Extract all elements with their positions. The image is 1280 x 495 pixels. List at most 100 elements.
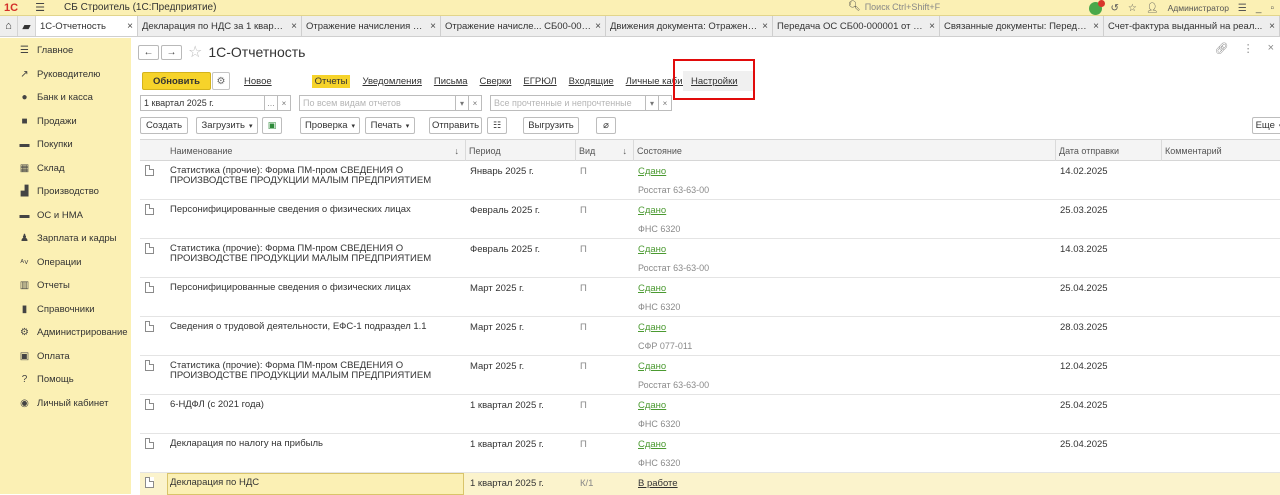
period-field[interactable]: 1 квартал 2025 г. — [140, 95, 265, 111]
sidebar-item-purchases[interactable]: ▬ Покупки — [0, 133, 131, 157]
col-period[interactable]: Период — [465, 140, 575, 161]
global-search[interactable]: 🔍︎ Поиск Ctrl+Shift+F — [848, 1, 940, 12]
sidebar-item-admin[interactable]: ⚙ Администрирование — [0, 321, 131, 345]
period-select-button[interactable]: … — [265, 95, 278, 111]
favorites-icon[interactable]: ☆ — [1128, 3, 1137, 14]
check-button[interactable]: Проверка ▾ — [300, 117, 360, 134]
close-icon[interactable]: × — [1093, 21, 1099, 32]
sidebar-item-account[interactable]: ◉ Личный кабинет — [0, 392, 131, 416]
create-button[interactable]: Создать — [140, 117, 188, 134]
sidebar-item-main[interactable]: ☰ Главное — [0, 39, 131, 63]
history-icon[interactable]: ↺ — [1111, 3, 1119, 14]
refresh-button[interactable]: Обновить — [142, 72, 211, 90]
close-icon[interactable]: × — [595, 21, 601, 32]
tab-vat-accrual[interactable]: Отражение начисления НДС × — [302, 16, 441, 36]
tab-vat-declaration[interactable]: Декларация по НДС за 1 квартал 2025...× — [138, 16, 302, 36]
upload-button[interactable]: Выгрузить — [523, 117, 579, 134]
state-link[interactable]: Сдано — [638, 361, 666, 372]
state-link[interactable]: Сдано — [638, 205, 666, 216]
nav-letters[interactable]: Письма — [434, 76, 468, 87]
sidebar-item-help[interactable]: ? Помощь — [0, 368, 131, 392]
main-menu-icon[interactable]: ☰ — [32, 1, 48, 14]
close-icon[interactable]: × — [127, 21, 133, 32]
link-icon[interactable]: 🔗︎ — [1215, 42, 1229, 55]
notifications-icon[interactable] — [1088, 0, 1105, 15]
more-vertical-icon[interactable]: ⋮ — [1243, 42, 1254, 55]
state-link[interactable]: Сдано — [638, 244, 666, 255]
user-name[interactable]: Администратор — [1168, 3, 1229, 13]
table-row[interactable]: 6-НДФЛ (с 2021 года) 1 квартал 2025 г. П… — [140, 395, 1280, 434]
home-icon[interactable]: ⌂ — [0, 16, 18, 36]
exchange-settings-button[interactable]: ⚙ — [211, 72, 230, 90]
sidebar-item-production[interactable]: ▟ Производство — [0, 180, 131, 204]
state-link[interactable]: Сдано — [638, 322, 666, 333]
read-status-field[interactable]: Все прочтенные и непрочтенные — [490, 95, 646, 111]
col-state[interactable]: Состояние — [633, 140, 1055, 161]
sidebar-item-warehouse[interactable]: ▦ Склад — [0, 157, 131, 181]
send-button[interactable]: Отправить — [429, 117, 482, 134]
sidebar-item-bank[interactable]: ● Банк и касса — [0, 86, 131, 110]
sidebar-item-reports[interactable]: ▥ Отчеты — [0, 274, 131, 298]
restore-icon[interactable]: ▫ — [1270, 3, 1274, 14]
period-clear-button[interactable]: × — [278, 95, 291, 111]
read-status-clear-button[interactable]: × — [659, 95, 672, 111]
report-kind-field[interactable]: По всем видам отчетов — [299, 95, 456, 111]
sidebar-item-catalogs[interactable]: ▮ Справочники — [0, 298, 131, 322]
read-status-dropdown[interactable]: ▾ — [646, 95, 659, 111]
tab-invoice[interactable]: Счет-фактура выданный на реал... × — [1104, 16, 1280, 36]
close-form-icon[interactable]: × — [1268, 42, 1274, 55]
save-to-file-button[interactable]: ▣ — [262, 117, 282, 134]
tab-vat-accrual-doc[interactable]: Отражение начисле... СБ00-000001 × — [441, 16, 606, 36]
state-link[interactable]: Сдано — [638, 283, 666, 294]
list-settings-button[interactable]: ☷ — [487, 117, 507, 134]
table-row[interactable]: Персонифицированные сведения о физически… — [140, 200, 1280, 239]
settings-menu-icon[interactable]: ☰ — [1238, 3, 1247, 14]
tab-document-movements[interactable]: Движения документа: Отражение... × — [606, 16, 773, 36]
tab-1c-reporting[interactable]: 1С-Отчетность × — [36, 16, 138, 36]
table-row[interactable]: Декларация по налогу на прибыль 1 кварта… — [140, 434, 1280, 473]
tab-related-documents[interactable]: Связанные документы: Передач... × — [940, 16, 1104, 36]
close-icon[interactable]: × — [929, 21, 935, 32]
table-row[interactable]: Статистика (прочие): Форма ПМ-пром СВЕДЕ… — [140, 356, 1280, 395]
col-kind[interactable]: Вид ↓ — [575, 140, 633, 161]
sidebar-item-sales[interactable]: ■ Продажи — [0, 110, 131, 134]
close-icon[interactable]: × — [430, 21, 436, 32]
table-row-selected[interactable]: Декларация по НДС 1 квартал 2025 г. К/1 … — [140, 473, 1280, 495]
messages-icon[interactable]: ▰ — [18, 16, 36, 36]
nav-incoming[interactable]: Входящие — [569, 76, 614, 87]
forward-button[interactable]: → — [161, 44, 182, 60]
more-button[interactable]: Еще▾ — [1252, 117, 1280, 134]
report-kind-dropdown[interactable]: ▾ — [456, 95, 469, 111]
close-icon[interactable]: × — [1269, 21, 1275, 32]
load-button[interactable]: Загрузить ▾ — [196, 117, 258, 134]
sidebar-item-manager[interactable]: ↗ Руководителю — [0, 63, 131, 87]
nav-egrul[interactable]: ЕГРЮЛ — [523, 76, 556, 87]
back-button[interactable]: ← — [138, 44, 159, 60]
report-kind-clear-button[interactable]: × — [469, 95, 482, 111]
sidebar-item-payment[interactable]: ▣ Оплата — [0, 345, 131, 369]
col-send-date[interactable]: Дата отправки — [1055, 140, 1161, 161]
tab-asset-transfer[interactable]: Передача ОС СБ00-000001 от 14... × — [773, 16, 940, 36]
nav-reconciliations[interactable]: Сверки — [480, 76, 512, 87]
favorite-star-icon[interactable]: ☆ — [188, 42, 202, 62]
table-row[interactable]: Персонифицированные сведения о физически… — [140, 278, 1280, 317]
nav-settings[interactable]: Настройки — [683, 71, 753, 91]
col-comment[interactable]: Комментарий — [1161, 140, 1280, 161]
state-link[interactable]: Сдано — [638, 439, 666, 450]
sidebar-item-operations[interactable]: ᴬ˅ Операции — [0, 251, 131, 275]
close-icon[interactable]: × — [762, 21, 768, 32]
attach-button[interactable]: ⌀ — [596, 117, 616, 134]
state-link[interactable]: В работе — [638, 478, 678, 489]
state-link[interactable]: Сдано — [638, 400, 666, 411]
print-button[interactable]: Печать ▾ — [365, 117, 415, 134]
nav-notifications[interactable]: Уведомления — [362, 76, 421, 87]
sidebar-item-salary[interactable]: ♟ Зарплата и кадры — [0, 227, 131, 251]
sidebar-item-assets[interactable]: ▬ ОС и НМА — [0, 204, 131, 228]
new-link[interactable]: Новое — [244, 76, 272, 87]
table-row[interactable]: Сведения о трудовой деятельности, ЕФС-1 … — [140, 317, 1280, 356]
state-link[interactable]: Сдано — [638, 166, 666, 177]
nav-reports[interactable]: Отчеты — [311, 74, 351, 88]
minimize-icon[interactable]: _ — [1256, 3, 1262, 14]
table-row[interactable]: Статистика (прочие): Форма ПМ-пром СВЕДЕ… — [140, 239, 1280, 278]
close-icon[interactable]: × — [291, 21, 297, 32]
